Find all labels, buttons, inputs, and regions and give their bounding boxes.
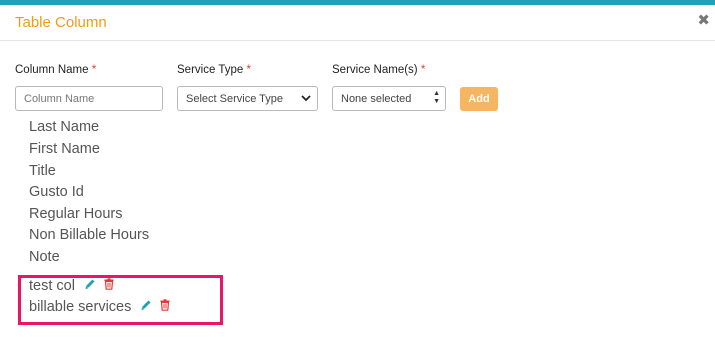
trash-icon[interactable] — [103, 278, 115, 294]
custom-column-item: billable services — [29, 299, 171, 315]
service-type-label: Service Type * — [177, 64, 251, 76]
service-type-select[interactable]: Select Service Type — [177, 86, 318, 111]
custom-column-label: test col — [29, 278, 75, 294]
column-name-label: Column Name * — [15, 64, 96, 76]
required-marker: * — [246, 64, 251, 76]
trash-icon[interactable] — [159, 299, 171, 315]
service-names-label-text: Service Name(s) — [332, 64, 418, 76]
updown-arrows-icon: ▲ ▼ — [433, 90, 440, 105]
list-item: Regular Hours — [29, 206, 123, 222]
service-names-selected-value: None selected — [341, 93, 412, 105]
close-icon[interactable]: ✖ — [697, 13, 710, 28]
list-item: Title — [29, 163, 56, 179]
service-names-label: Service Name(s) * — [332, 64, 425, 76]
required-marker: * — [420, 64, 426, 76]
column-name-label-text: Column Name — [15, 64, 89, 76]
service-type-label-text: Service Type — [177, 64, 244, 76]
add-button[interactable]: Add — [460, 87, 498, 111]
pencil-icon[interactable] — [84, 278, 96, 294]
list-item: First Name — [29, 141, 100, 157]
custom-column-label: billable services — [29, 299, 132, 315]
service-names-multiselect[interactable]: None selected ▲ ▼ — [332, 86, 446, 111]
service-type-selected-value: Select Service Type — [186, 93, 284, 105]
dialog-title: Table Column — [15, 14, 107, 31]
column-name-placeholder: Column Name — [24, 93, 95, 105]
custom-column-item: test col — [29, 278, 115, 294]
required-marker: * — [91, 64, 97, 76]
list-item: Last Name — [29, 119, 100, 135]
column-name-input[interactable]: Column Name — [15, 86, 163, 111]
list-item: Non Billable Hours — [29, 227, 150, 243]
dialog-header: Table Column ✖ — [0, 5, 715, 41]
pencil-icon[interactable] — [140, 299, 152, 315]
chevron-down-icon — [301, 92, 311, 107]
list-item: Note — [29, 249, 60, 265]
list-item: Gusto Id — [29, 184, 84, 200]
